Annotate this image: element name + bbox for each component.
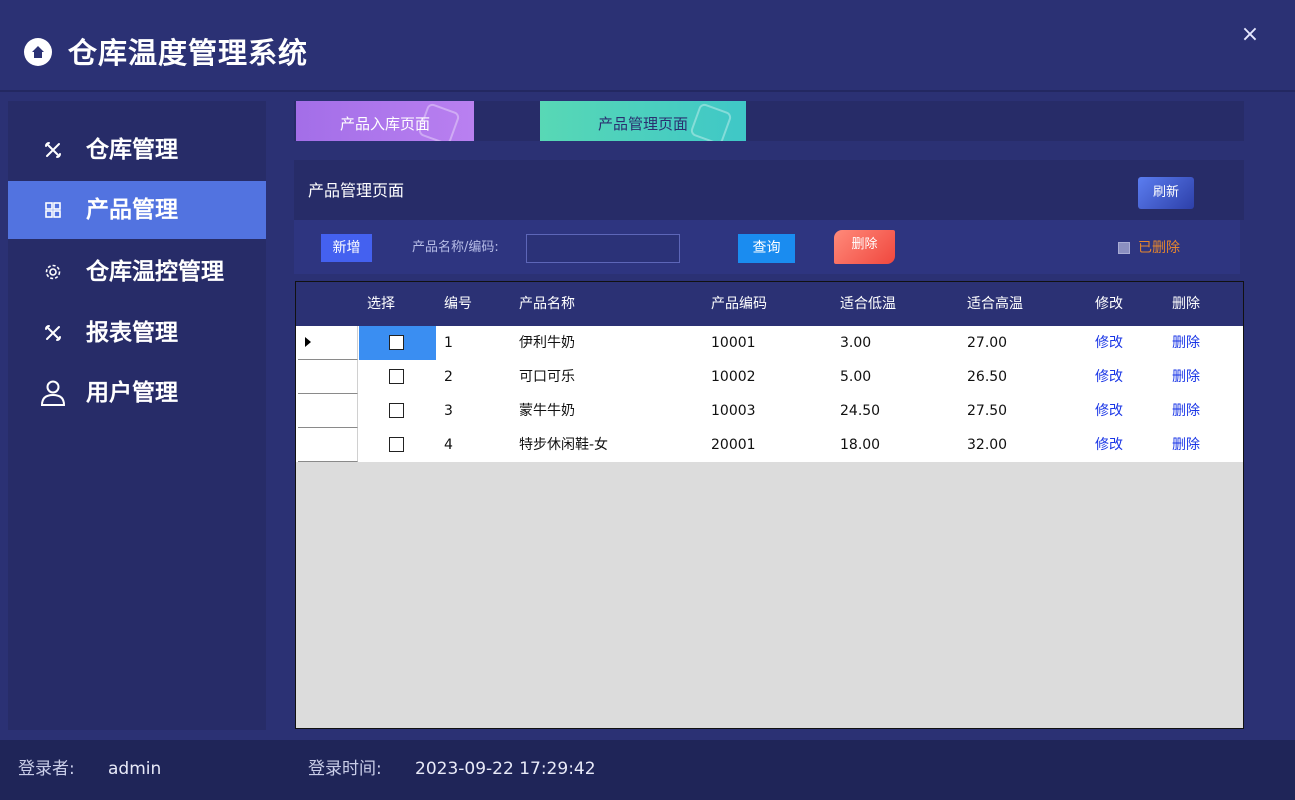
cell-code: 10002 — [711, 369, 756, 385]
column-header-name[interactable]: 产品名称 — [511, 282, 575, 326]
column-header-low-temp[interactable]: 适合低温 — [832, 282, 896, 326]
column-header-delete[interactable]: 删除 — [1164, 282, 1200, 326]
gear-icon — [42, 261, 64, 283]
cell-name: 蒙牛牛奶 — [519, 403, 575, 419]
close-button[interactable]: × — [1235, 20, 1265, 50]
deleted-checkbox-label: 已删除 — [1138, 240, 1180, 256]
select-cell[interactable] — [359, 428, 436, 462]
delete-link[interactable]: 删除 — [1164, 326, 1200, 360]
column-header-high-temp[interactable]: 适合高温 — [959, 282, 1023, 326]
deleted-checkbox[interactable]: 已删除 — [1118, 238, 1180, 258]
select-cell[interactable] — [359, 394, 436, 428]
edit-link[interactable]: 修改 — [1087, 394, 1123, 428]
delete-link[interactable]: 删除 — [1164, 394, 1200, 428]
cell-id: 4 — [444, 437, 453, 453]
delete-link[interactable]: 删除 — [1164, 360, 1200, 394]
edit-link[interactable]: 修改 — [1087, 428, 1123, 462]
sidebar-item-label: 仓库管理 — [86, 137, 178, 163]
column-header-code[interactable]: 产品编码 — [703, 282, 767, 326]
cell-id: 2 — [444, 369, 453, 385]
cell-code: 20001 — [711, 437, 756, 453]
row-checkbox[interactable] — [389, 403, 404, 418]
refresh-button[interactable]: 刷新 — [1138, 177, 1194, 209]
toolbar: 新增 产品名称/编码: 查询 删除 已删除 — [294, 220, 1240, 274]
row-header[interactable] — [298, 360, 358, 394]
tab-decoration-icon — [689, 102, 733, 141]
tools-icon — [42, 322, 64, 344]
cell-id: 1 — [444, 335, 453, 351]
cell-low-temp: 3.00 — [840, 335, 872, 351]
select-cell[interactable] — [359, 360, 436, 394]
row-checkbox[interactable] — [389, 437, 404, 452]
app-title: 仓库温度管理系统 — [68, 36, 309, 70]
edit-link[interactable]: 修改 — [1087, 360, 1123, 394]
row-header[interactable] — [298, 326, 358, 360]
edit-link[interactable]: 修改 — [1087, 326, 1123, 360]
cell-high-temp: 26.50 — [967, 369, 1008, 385]
sidebar-item-label: 仓库温控管理 — [86, 259, 224, 285]
sidebar-item-label: 报表管理 — [86, 320, 178, 346]
login-user-label: 登录者: — [18, 759, 75, 779]
user-icon — [38, 378, 68, 408]
login-time-label: 登录时间: — [308, 759, 382, 779]
title-bar: 仓库温度管理系统 × — [0, 0, 1295, 92]
tab-strip: 产品入库页面 产品管理页面 — [294, 101, 1244, 141]
row-checkbox[interactable] — [389, 369, 404, 384]
cell-id: 3 — [444, 403, 453, 419]
tools-icon — [42, 139, 64, 161]
tab-label: 产品入库页面 — [339, 115, 430, 133]
tab-product-manage[interactable]: 产品管理页面 — [540, 101, 746, 141]
add-button[interactable]: 新增 — [321, 234, 372, 262]
sidebar-item-report[interactable]: 报表管理 — [8, 304, 266, 362]
table-row[interactable]: 4 特步休闲鞋-女 20001 18.00 32.00 修改 删除 — [296, 428, 1243, 462]
sidebar-item-product[interactable]: 产品管理 — [8, 181, 266, 239]
panel-header: 产品管理页面 刷新 — [294, 160, 1244, 220]
search-label: 产品名称/编码: — [412, 240, 499, 255]
cell-code: 10003 — [711, 403, 756, 419]
checkbox-box[interactable] — [1118, 242, 1130, 254]
login-time-value: 2023-09-22 17:29:42 — [415, 759, 596, 779]
select-cell[interactable] — [359, 326, 436, 360]
row-header[interactable] — [298, 394, 358, 428]
table-row[interactable]: 3 蒙牛牛奶 10003 24.50 27.50 修改 删除 — [296, 394, 1243, 428]
tab-decoration-icon — [417, 102, 461, 141]
query-button[interactable]: 查询 — [738, 234, 795, 263]
cell-name: 伊利牛奶 — [519, 335, 575, 351]
tab-product-inbound[interactable]: 产品入库页面 — [296, 101, 474, 141]
cell-high-temp: 32.00 — [967, 437, 1008, 453]
cell-low-temp: 5.00 — [840, 369, 872, 385]
tab-label: 产品管理页面 — [597, 115, 688, 133]
table-header: 选择 编号 产品名称 产品编码 适合低温 适合高温 修改 删除 — [296, 282, 1243, 326]
table-row[interactable]: 2 可口可乐 10002 5.00 26.50 修改 删除 — [296, 360, 1243, 394]
column-header-id[interactable]: 编号 — [436, 282, 472, 326]
search-input[interactable] — [526, 234, 680, 263]
delete-link[interactable]: 删除 — [1164, 428, 1200, 462]
cell-name: 特步休闲鞋-女 — [519, 437, 609, 453]
cell-low-temp: 18.00 — [840, 437, 881, 453]
column-header-select[interactable]: 选择 — [359, 282, 395, 326]
cell-high-temp: 27.50 — [967, 403, 1008, 419]
grid-icon — [42, 199, 64, 221]
delete-button[interactable]: 删除 — [834, 230, 895, 264]
home-icon — [24, 38, 52, 66]
login-user-value: admin — [108, 759, 162, 779]
sidebar-item-warehouse[interactable]: 仓库管理 — [8, 121, 266, 179]
panel-title: 产品管理页面 — [308, 181, 405, 200]
table-row[interactable]: 1 伊利牛奶 10001 3.00 27.00 修改 删除 — [296, 326, 1243, 360]
row-checkbox[interactable] — [389, 335, 404, 350]
sidebar-item-label: 用户管理 — [86, 380, 178, 406]
status-footer: 登录者: admin 登录时间: 2023-09-22 17:29:42 — [0, 740, 1295, 800]
sidebar-item-temperature[interactable]: 仓库温控管理 — [8, 243, 266, 301]
current-row-arrow-icon — [305, 337, 311, 347]
sidebar-item-user[interactable]: 用户管理 — [8, 364, 266, 422]
cell-name: 可口可乐 — [519, 369, 575, 385]
column-header-edit[interactable]: 修改 — [1087, 282, 1123, 326]
sidebar-item-label: 产品管理 — [86, 197, 178, 223]
cell-low-temp: 24.50 — [840, 403, 881, 419]
row-header[interactable] — [298, 428, 358, 462]
cell-high-temp: 27.00 — [967, 335, 1008, 351]
product-table: 选择 编号 产品名称 产品编码 适合低温 适合高温 修改 删除 1 伊利牛奶 1… — [295, 281, 1244, 729]
cell-code: 10001 — [711, 335, 756, 351]
sidebar: 仓库管理 产品管理 仓库温控管理 报表管理 用户管理 — [8, 101, 266, 730]
